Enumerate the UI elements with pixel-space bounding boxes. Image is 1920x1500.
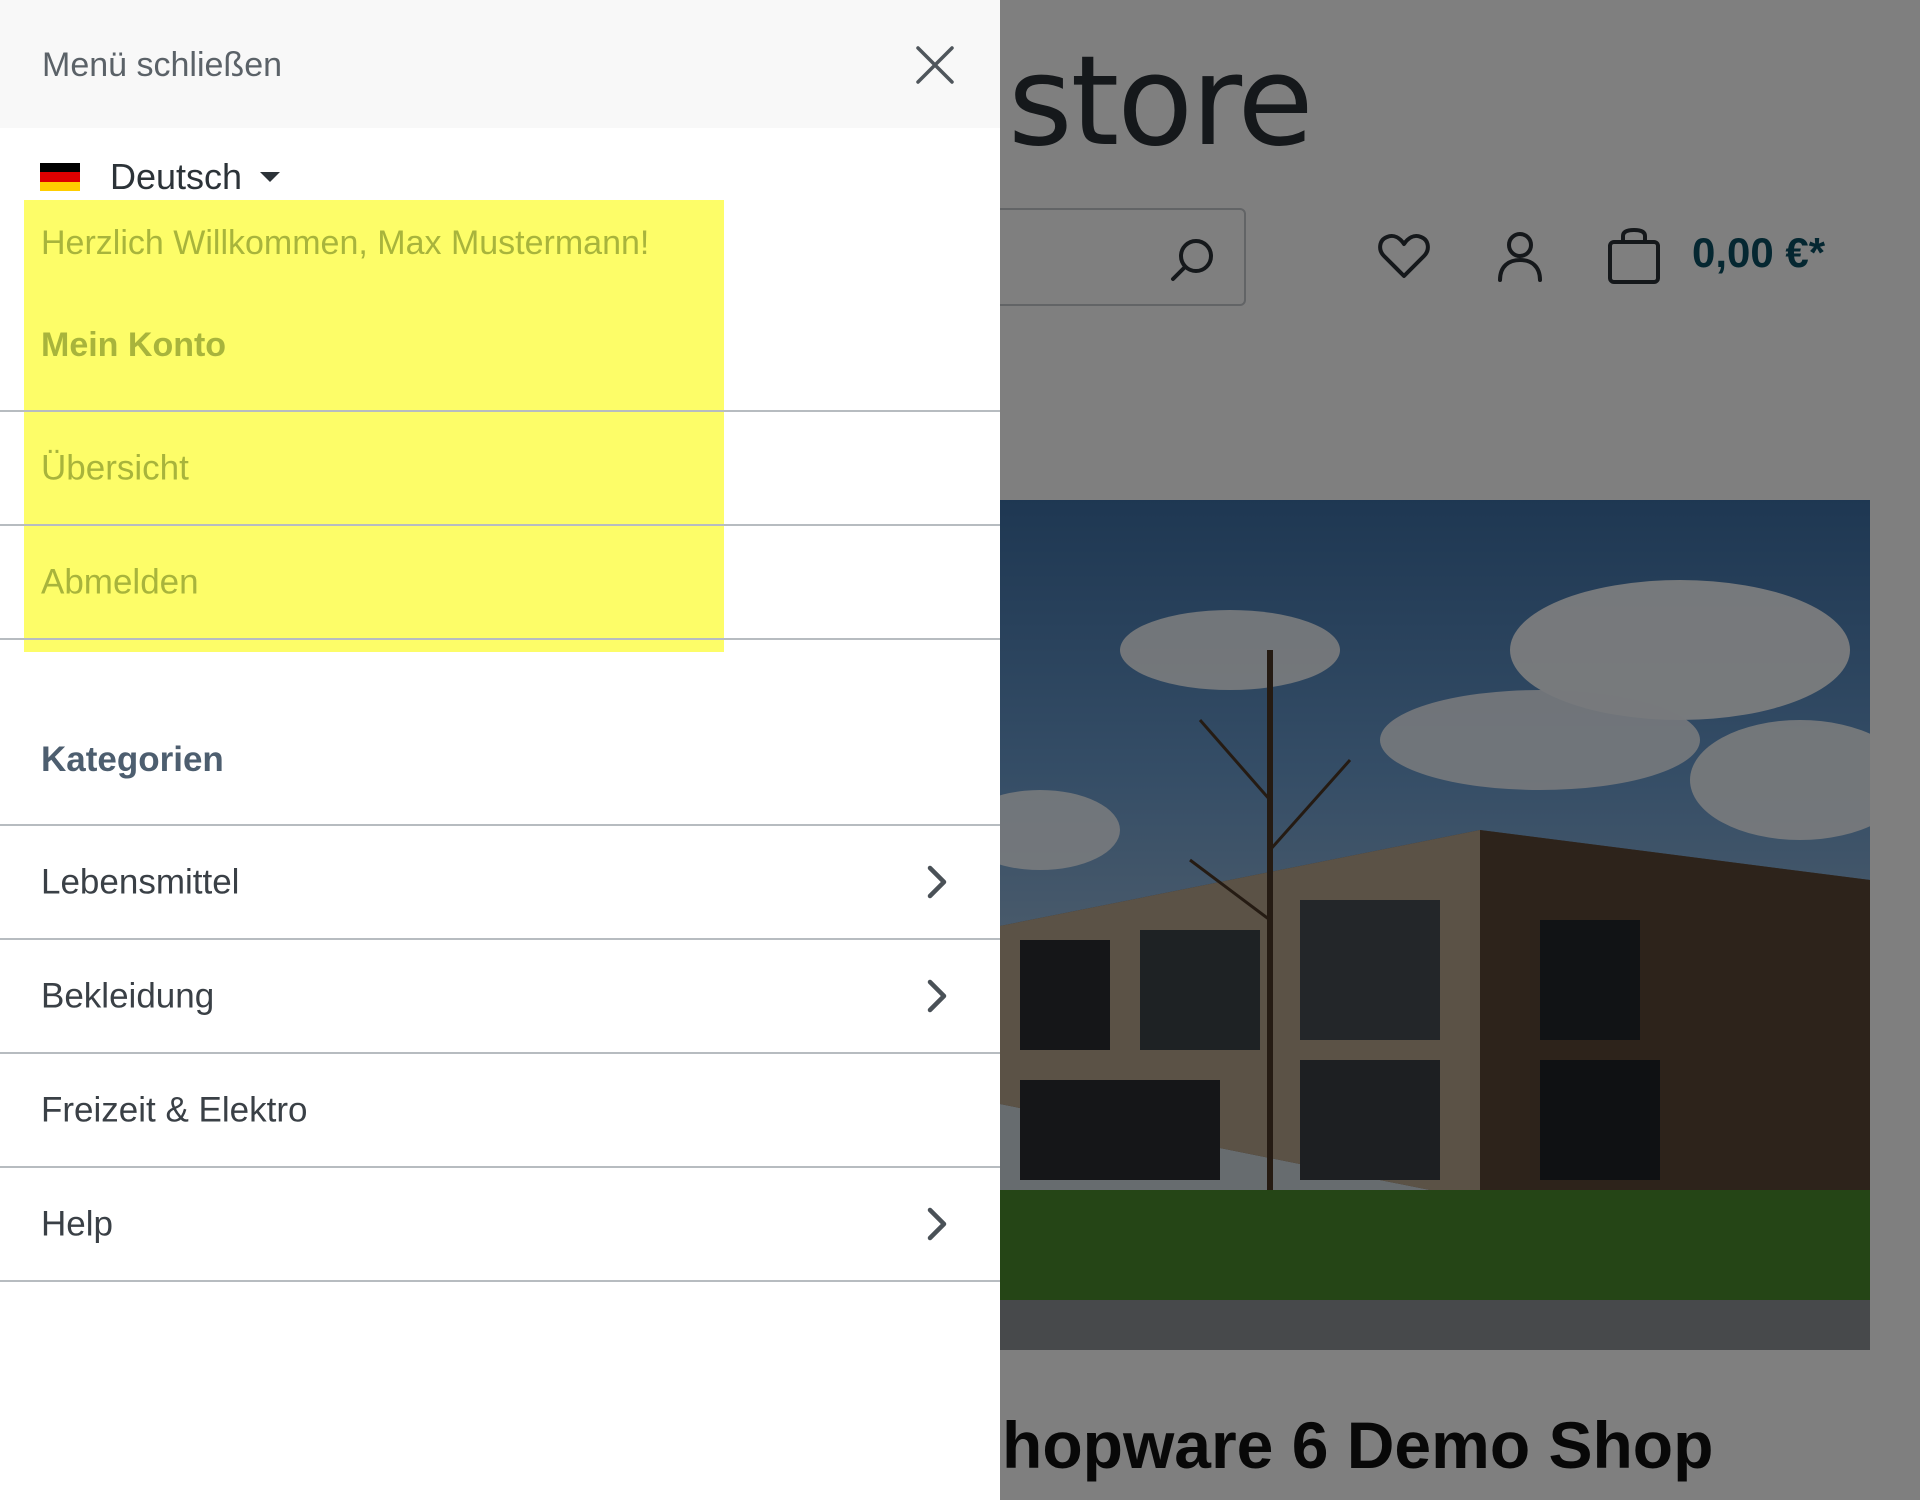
language-label: Deutsch: [110, 156, 243, 197]
account-item-overview[interactable]: Übersicht: [0, 412, 1000, 526]
chevron-right-icon: [927, 979, 947, 1013]
account-item-logout[interactable]: Abmelden: [0, 526, 1000, 640]
category-label: Lebensmittel: [41, 862, 240, 902]
close-icon[interactable]: [910, 40, 960, 90]
category-label: Bekleidung: [41, 976, 215, 1016]
close-menu-label[interactable]: Menü schließen: [42, 48, 282, 82]
flag-de-icon: [40, 163, 80, 191]
account-title: Mein Konto: [41, 326, 227, 364]
language-switcher[interactable]: Deutsch: [40, 152, 281, 202]
account-item-label: Übersicht: [41, 448, 189, 488]
category-label: Help: [41, 1204, 113, 1244]
chevron-right-icon: [927, 1207, 947, 1241]
account-greeting: Herzlich Willkommen, Max Mustermann!: [41, 224, 650, 262]
account-item-label: Abmelden: [41, 562, 199, 602]
chevron-right-icon: [927, 865, 947, 899]
chevron-down-icon: [260, 172, 281, 182]
offcanvas-menu: Menü schließen Deutsch Herzlich Willkomm…: [0, 0, 1000, 1500]
category-freizeit-elektro[interactable]: Freizeit & Elektro: [0, 1054, 1000, 1168]
category-help[interactable]: Help: [0, 1168, 1000, 1282]
offcanvas-header: Menü schließen: [0, 0, 1000, 128]
category-label: Freizeit & Elektro: [41, 1090, 308, 1130]
categories-title: Kategorien: [41, 740, 224, 779]
category-lebensmittel[interactable]: Lebensmittel: [0, 826, 1000, 940]
category-bekleidung[interactable]: Bekleidung: [0, 940, 1000, 1054]
